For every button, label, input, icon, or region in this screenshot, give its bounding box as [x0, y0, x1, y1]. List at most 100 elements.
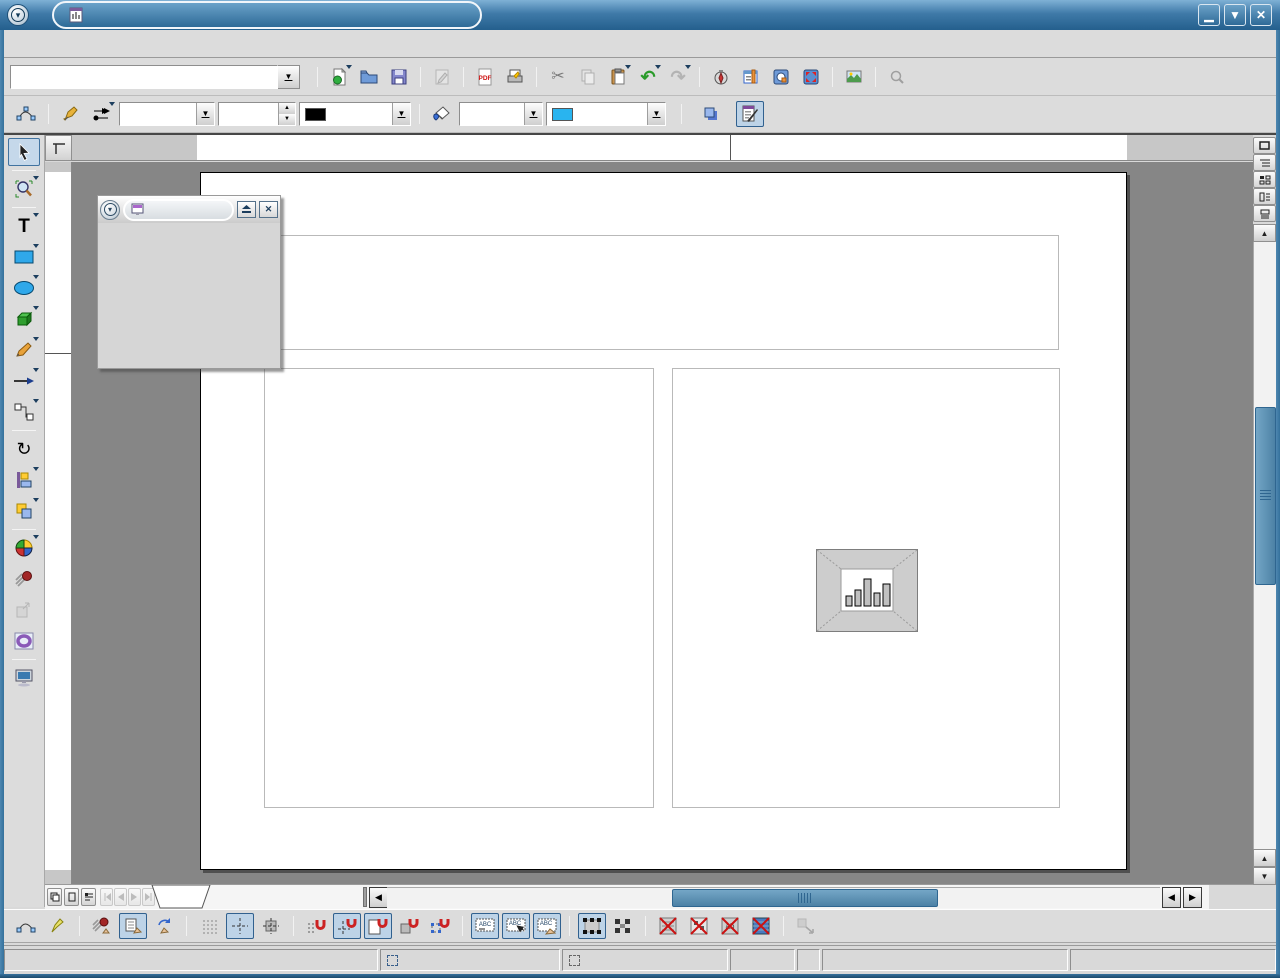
scroll-up-button-2[interactable]: ▲ — [1253, 849, 1276, 867]
print-button[interactable] — [501, 64, 529, 90]
spin-up-icon[interactable]: ▲ — [279, 103, 295, 114]
new-document-button[interactable] — [325, 64, 353, 90]
tab-stop-corner-button[interactable] — [45, 135, 72, 161]
title-placeholder[interactable] — [264, 235, 1059, 350]
outline-placeholder[interactable] — [264, 368, 654, 808]
redo-button[interactable]: ↷ — [664, 64, 692, 90]
handout-view-button[interactable] — [1253, 205, 1276, 222]
rotate-mode-button[interactable] — [150, 913, 178, 939]
shadow-button[interactable] — [697, 101, 725, 127]
paste-button[interactable] — [604, 64, 632, 90]
line-dialog-button[interactable] — [57, 101, 85, 127]
next-page-button[interactable] — [128, 888, 141, 906]
presentation-button[interactable] — [8, 664, 40, 692]
horizontal-scrollbar-track[interactable] — [387, 887, 1160, 908]
rectangle-tool-button[interactable] — [8, 243, 40, 271]
line-style-combobox[interactable]: ▼ — [119, 102, 215, 126]
snap-frame-button[interactable] — [395, 913, 423, 939]
gallery-button[interactable] — [840, 64, 868, 90]
scroll-left-button[interactable]: ◀ — [369, 887, 388, 908]
url-combobox-input[interactable] — [10, 65, 278, 89]
fill-color-combobox[interactable]: ▼ — [546, 102, 666, 126]
navigator-compass-button[interactable] — [707, 64, 735, 90]
palette-titlebar[interactable]: ▾ ✕ — [98, 196, 280, 223]
scroll-right-button[interactable]: ▶ — [1183, 887, 1202, 908]
text-placeholder-button[interactable]: ab — [716, 913, 744, 939]
alignment-button[interactable] — [8, 466, 40, 494]
zoom-tool-button[interactable] — [8, 175, 40, 203]
page-mode-button[interactable] — [47, 888, 62, 906]
exit-group-button[interactable] — [792, 913, 820, 939]
picture-placeholder-button[interactable] — [654, 913, 682, 939]
tab-splitter-handle[interactable] — [363, 887, 367, 907]
arrange-button[interactable] — [8, 497, 40, 525]
snap-grid-button[interactable] — [302, 913, 330, 939]
show-grid-button[interactable] — [195, 913, 223, 939]
snap-margins-button[interactable] — [364, 913, 392, 939]
export-pdf-button[interactable]: PDF — [471, 64, 499, 90]
glue-points-button[interactable] — [43, 913, 71, 939]
spin-down-icon[interactable]: ▼ — [279, 114, 295, 125]
line-width-spinbox[interactable]: ▲▼ — [218, 102, 296, 126]
first-page-button[interactable] — [100, 888, 113, 906]
dropdown-button[interactable]: ▼ — [196, 103, 214, 125]
rotate-tool-button[interactable]: ↻ — [8, 435, 40, 463]
curve-tool-button[interactable] — [8, 336, 40, 364]
snap-guides-button[interactable] — [333, 913, 361, 939]
horizontal-ruler[interactable] — [72, 135, 1253, 161]
bezier-edit-button[interactable] — [12, 913, 40, 939]
slide-page[interactable] — [200, 172, 1127, 870]
search-button[interactable] — [883, 64, 911, 90]
select-tool-button[interactable] — [8, 138, 40, 166]
presentation-palette[interactable]: ▾ ✕ — [97, 195, 281, 369]
previous-page-button[interactable] — [114, 888, 127, 906]
dropdown-button[interactable]: ▼ — [392, 103, 410, 125]
status-style-field[interactable] — [1070, 949, 1276, 971]
line-tool-button[interactable] — [8, 367, 40, 395]
3d-controller-button[interactable] — [8, 627, 40, 655]
dropdown-button[interactable]: ▼ — [647, 103, 665, 125]
maximize-button[interactable]: ▼ — [1224, 4, 1246, 26]
copy-button[interactable] — [574, 64, 602, 90]
arrow-ends-button[interactable] — [88, 101, 116, 127]
text-tool-button[interactable]: T — [8, 212, 40, 240]
cut-button[interactable]: ✂ — [544, 64, 572, 90]
line-color-combobox[interactable]: ▼ — [299, 102, 411, 126]
scroll-down-button[interactable]: ▼ — [1253, 867, 1276, 885]
double-click-edit-button[interactable]: ABC — [533, 913, 561, 939]
chart-placeholder-icon[interactable] — [816, 549, 918, 632]
page-tab[interactable] — [151, 885, 209, 909]
effects-button[interactable] — [8, 565, 40, 593]
open-button[interactable] — [355, 64, 383, 90]
notes-view-button[interactable] — [1253, 188, 1276, 205]
stylist-button[interactable] — [737, 64, 765, 90]
contour-mode-button[interactable] — [685, 913, 713, 939]
outline-view-button[interactable] — [1253, 154, 1276, 171]
fill-style-combobox[interactable]: ▼ — [459, 102, 543, 126]
connector-tool-button[interactable] — [8, 398, 40, 426]
palette-close-button[interactable]: ✕ — [259, 201, 278, 218]
dropdown-button[interactable]: ▼ — [524, 103, 542, 125]
drawing-view-button[interactable] — [1253, 137, 1276, 154]
insert-button[interactable] — [8, 534, 40, 562]
slide-design-button[interactable] — [736, 101, 764, 127]
status-zoom-field[interactable] — [730, 949, 795, 971]
edit-points-button[interactable] — [12, 101, 40, 127]
allow-interaction-button[interactable] — [119, 913, 147, 939]
status-page-field[interactable] — [822, 949, 1068, 971]
save-button[interactable] — [385, 64, 413, 90]
spin-buttons[interactable]: ▲▼ — [278, 103, 295, 125]
3d-object-tool-button[interactable] — [8, 305, 40, 333]
vertical-scrollbar-thumb[interactable] — [1255, 407, 1276, 585]
titlebar[interactable]: ▾ ▁ ▼ ✕ — [0, 0, 1280, 30]
status-size-field[interactable] — [562, 949, 728, 971]
palette-rollup-button[interactable] — [237, 201, 256, 218]
vertical-ruler[interactable] — [45, 162, 72, 884]
zoom-button[interactable] — [797, 64, 825, 90]
layer-mode-button[interactable] — [81, 888, 96, 906]
slides-view-button[interactable] — [1253, 171, 1276, 188]
horizontal-scrollbar-thumb[interactable] — [672, 889, 938, 907]
scroll-up-button[interactable]: ▲ — [1253, 224, 1276, 242]
status-position-field[interactable] — [380, 949, 560, 971]
select-text-area-button[interactable]: ABC — [502, 913, 530, 939]
